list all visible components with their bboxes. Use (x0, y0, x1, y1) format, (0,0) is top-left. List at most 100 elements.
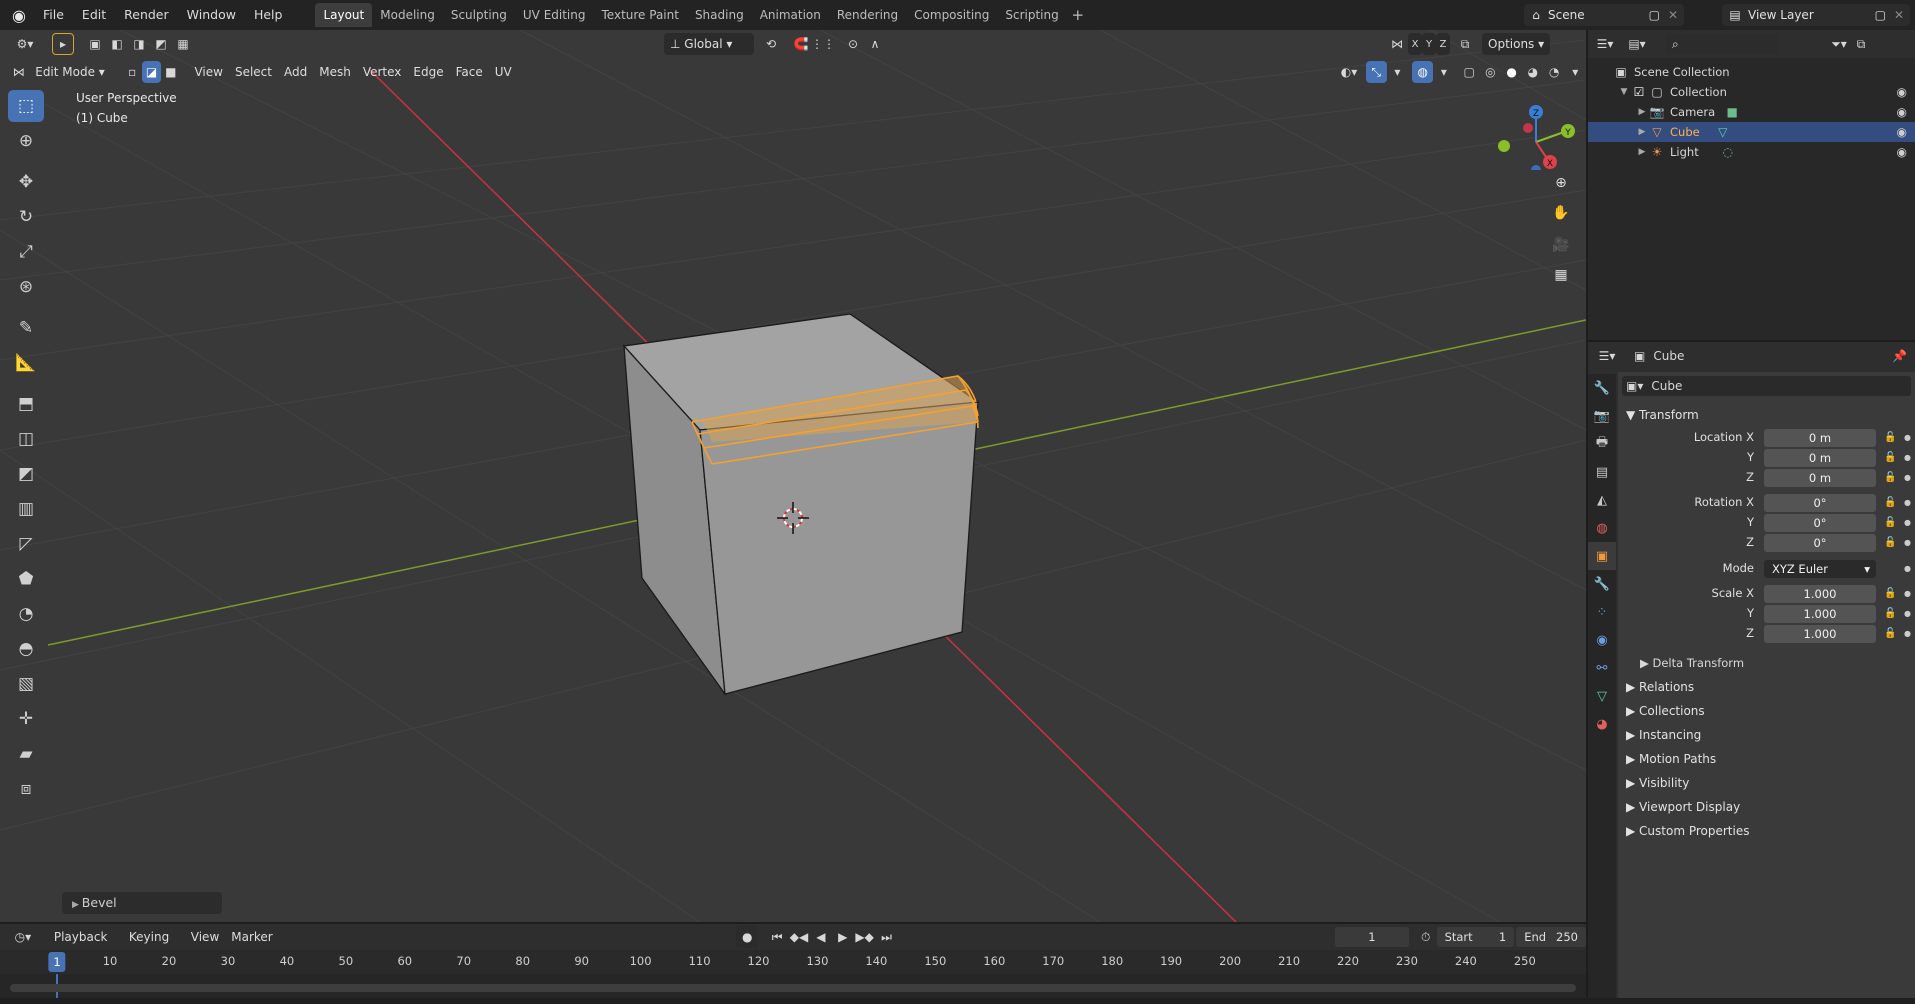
keyframe-dot-icon[interactable]: ● (1904, 564, 1911, 573)
timeline-ruler[interactable]: 1 10 20 30 40 50 60 70 80 90 100 110 120 130 140 150 160… (0, 950, 1586, 974)
snap-target-icon[interactable]: ⋮⋮ (811, 33, 835, 55)
panel-collections[interactable]: ▶ Collections (1626, 704, 1705, 718)
visibility-selectability-icon[interactable]: ◐▾ (1338, 61, 1359, 83)
panel-instancing[interactable]: ▶ Instancing (1626, 728, 1701, 742)
play-icon[interactable]: ▶ (832, 926, 854, 948)
collapse-arrow-icon[interactable]: ▼ (1618, 87, 1630, 97)
auto-keying-icon[interactable]: ● (736, 926, 759, 948)
world-tab-icon[interactable]: ◍ (1588, 514, 1616, 542)
keyframe-dot-icon[interactable]: ● (1904, 518, 1911, 527)
rendered-shading-icon[interactable]: ◔ (1543, 61, 1564, 83)
mirror-x-toggle[interactable]: X (1408, 33, 1422, 55)
display-mode-icon[interactable]: ▤▾ (1626, 33, 1648, 55)
scene-collection-row[interactable]: ▣ Scene Collection (1588, 62, 1915, 82)
play-reverse-icon[interactable]: ◀ (810, 926, 832, 948)
menu-help[interactable]: Help (245, 3, 292, 27)
remove-view-layer-icon[interactable]: ✕ (1894, 8, 1904, 22)
edge-slide-tool-icon[interactable]: ▧ (8, 668, 44, 700)
select-mode-invert-icon[interactable]: ◩ (150, 33, 172, 55)
outliner-editor-type-icon[interactable]: ☰▾ (1594, 33, 1616, 55)
auto-merge-icon[interactable]: ⧉ (1454, 33, 1476, 55)
jump-to-start-icon[interactable]: ⏮ (766, 926, 788, 948)
rip-region-tool-icon[interactable]: ⧈ (8, 773, 44, 805)
proportional-edit-icon[interactable]: ⊙ (842, 33, 864, 55)
select-mode-subtract-icon[interactable]: ◨ (128, 33, 150, 55)
keyframe-dot-icon[interactable]: ● (1904, 498, 1911, 507)
move-tool-icon[interactable]: ✥ (8, 166, 44, 198)
options-dropdown[interactable]: Options ▾ (1482, 33, 1551, 55)
modifier-tab-icon[interactable]: 🔧 (1588, 570, 1616, 598)
location-x-field[interactable]: 0 m (1764, 429, 1876, 447)
visibility-eye-icon[interactable]: ◉ (1897, 145, 1907, 159)
xray-toggle-icon[interactable]: ▢ (1459, 61, 1480, 83)
view-layer-tab-icon[interactable]: ▤ (1588, 458, 1616, 486)
add-workspace-button[interactable]: + (1067, 3, 1089, 27)
visibility-eye-icon[interactable]: ◉ (1897, 125, 1907, 139)
rotation-x-field[interactable]: 0° (1764, 494, 1876, 512)
annotate-tool-icon[interactable]: ✎ (8, 312, 44, 344)
output-tab-icon[interactable]: 🖶 (1588, 430, 1616, 458)
pin-icon[interactable]: 📌 (1892, 349, 1907, 363)
tab-compositing[interactable]: Compositing (906, 3, 997, 27)
camera-view-icon[interactable]: 🎥 (1546, 230, 1576, 260)
snap-toggle-icon[interactable]: 🧲 (790, 33, 812, 55)
shading-dropdown-icon[interactable]: ▾ (1565, 61, 1586, 83)
pan-view-icon[interactable]: ✋ (1546, 198, 1576, 228)
loop-cut-tool-icon[interactable]: ▥ (8, 493, 44, 525)
object-data-tab-icon[interactable]: ▽ (1588, 682, 1616, 710)
physics-tab-icon[interactable]: ◉ (1588, 626, 1616, 654)
edge-select-icon[interactable]: ◪ (141, 61, 162, 83)
location-z-field[interactable]: 0 m (1764, 469, 1876, 487)
tool-tab-icon[interactable]: 🔧 (1588, 374, 1616, 402)
navigation-gizmo[interactable]: Z Y X (1496, 90, 1576, 170)
measure-tool-icon[interactable]: 📐 (8, 347, 44, 379)
show-gizmo-icon[interactable]: ⤡ (1365, 61, 1387, 83)
tab-shading[interactable]: Shading (687, 3, 752, 27)
menu-select[interactable]: Select (229, 61, 278, 83)
bevel-tool-icon[interactable]: ◩ (8, 458, 44, 490)
select-tool-icon[interactable]: ▸ (52, 33, 74, 55)
tab-modeling[interactable]: Modeling (372, 3, 443, 27)
wireframe-shading-icon[interactable]: ◎ (1480, 61, 1501, 83)
mode-dropdown[interactable]: Edit Mode ▾ (29, 61, 116, 83)
tab-layout[interactable]: Layout (315, 3, 373, 27)
menu-face[interactable]: Face (450, 61, 489, 83)
properties-editor-type-icon[interactable]: ☰▾ (1596, 345, 1618, 367)
transform-tool-icon[interactable]: ⊛ (8, 271, 44, 303)
show-overlays-icon[interactable]: ◍ (1412, 61, 1434, 83)
panel-custom-properties[interactable]: ▶ Custom Properties (1626, 824, 1749, 838)
menu-edit[interactable]: Edit (73, 3, 115, 27)
view-layer-selector[interactable]: ▤ View Layer ▢ ✕ (1722, 4, 1910, 26)
tab-uv-editing[interactable]: UV Editing (515, 3, 594, 27)
start-frame-field[interactable]: Start 1 (1436, 927, 1515, 947)
lock-icon[interactable]: 🔓 (1884, 432, 1896, 443)
scale-z-field[interactable]: 1.000 (1764, 625, 1876, 643)
menu-view[interactable]: View (188, 61, 228, 83)
menu-window[interactable]: Window (178, 3, 245, 27)
panel-visibility[interactable]: ▶ Visibility (1626, 776, 1689, 790)
object-name-field[interactable]: ▣▾ Cube (1622, 376, 1911, 396)
ortho-toggle-icon[interactable]: ▦ (1546, 260, 1576, 290)
timeline-scrollbar[interactable] (10, 984, 1576, 992)
blender-logo-icon[interactable]: ◉ (4, 0, 34, 30)
tab-rendering[interactable]: Rendering (829, 3, 906, 27)
scale-x-field[interactable]: 1.000 (1764, 585, 1876, 603)
keyframe-dot-icon[interactable]: ● (1904, 538, 1911, 547)
keyframe-dot-icon[interactable]: ● (1904, 609, 1911, 618)
current-frame-marker[interactable]: 1 (48, 952, 66, 972)
proportional-falloff-icon[interactable]: ∧ (864, 33, 886, 55)
smooth-tool-icon[interactable]: ◓ (8, 633, 44, 665)
mirror-z-toggle[interactable]: Z (1436, 33, 1450, 55)
menu-add[interactable]: Add (278, 61, 313, 83)
menu-keying[interactable]: Keying ▾ (123, 926, 185, 966)
select-mode-intersect-icon[interactable]: ▦ (172, 33, 194, 55)
menu-render[interactable]: Render (115, 3, 178, 27)
extrude-tool-icon[interactable]: ⬒ (8, 388, 44, 420)
tab-texture-paint[interactable]: Texture Paint (594, 3, 687, 27)
expand-arrow-icon[interactable]: ▶ (1636, 147, 1648, 157)
jump-to-end-icon[interactable]: ⏭ (876, 926, 898, 948)
outliner-search-input[interactable]: ⌕ (1666, 34, 1778, 54)
select-mode-new-icon[interactable]: ▣ (84, 33, 106, 55)
tab-scripting[interactable]: Scripting (997, 3, 1066, 27)
particles-tab-icon[interactable]: ⁘ (1588, 598, 1616, 626)
